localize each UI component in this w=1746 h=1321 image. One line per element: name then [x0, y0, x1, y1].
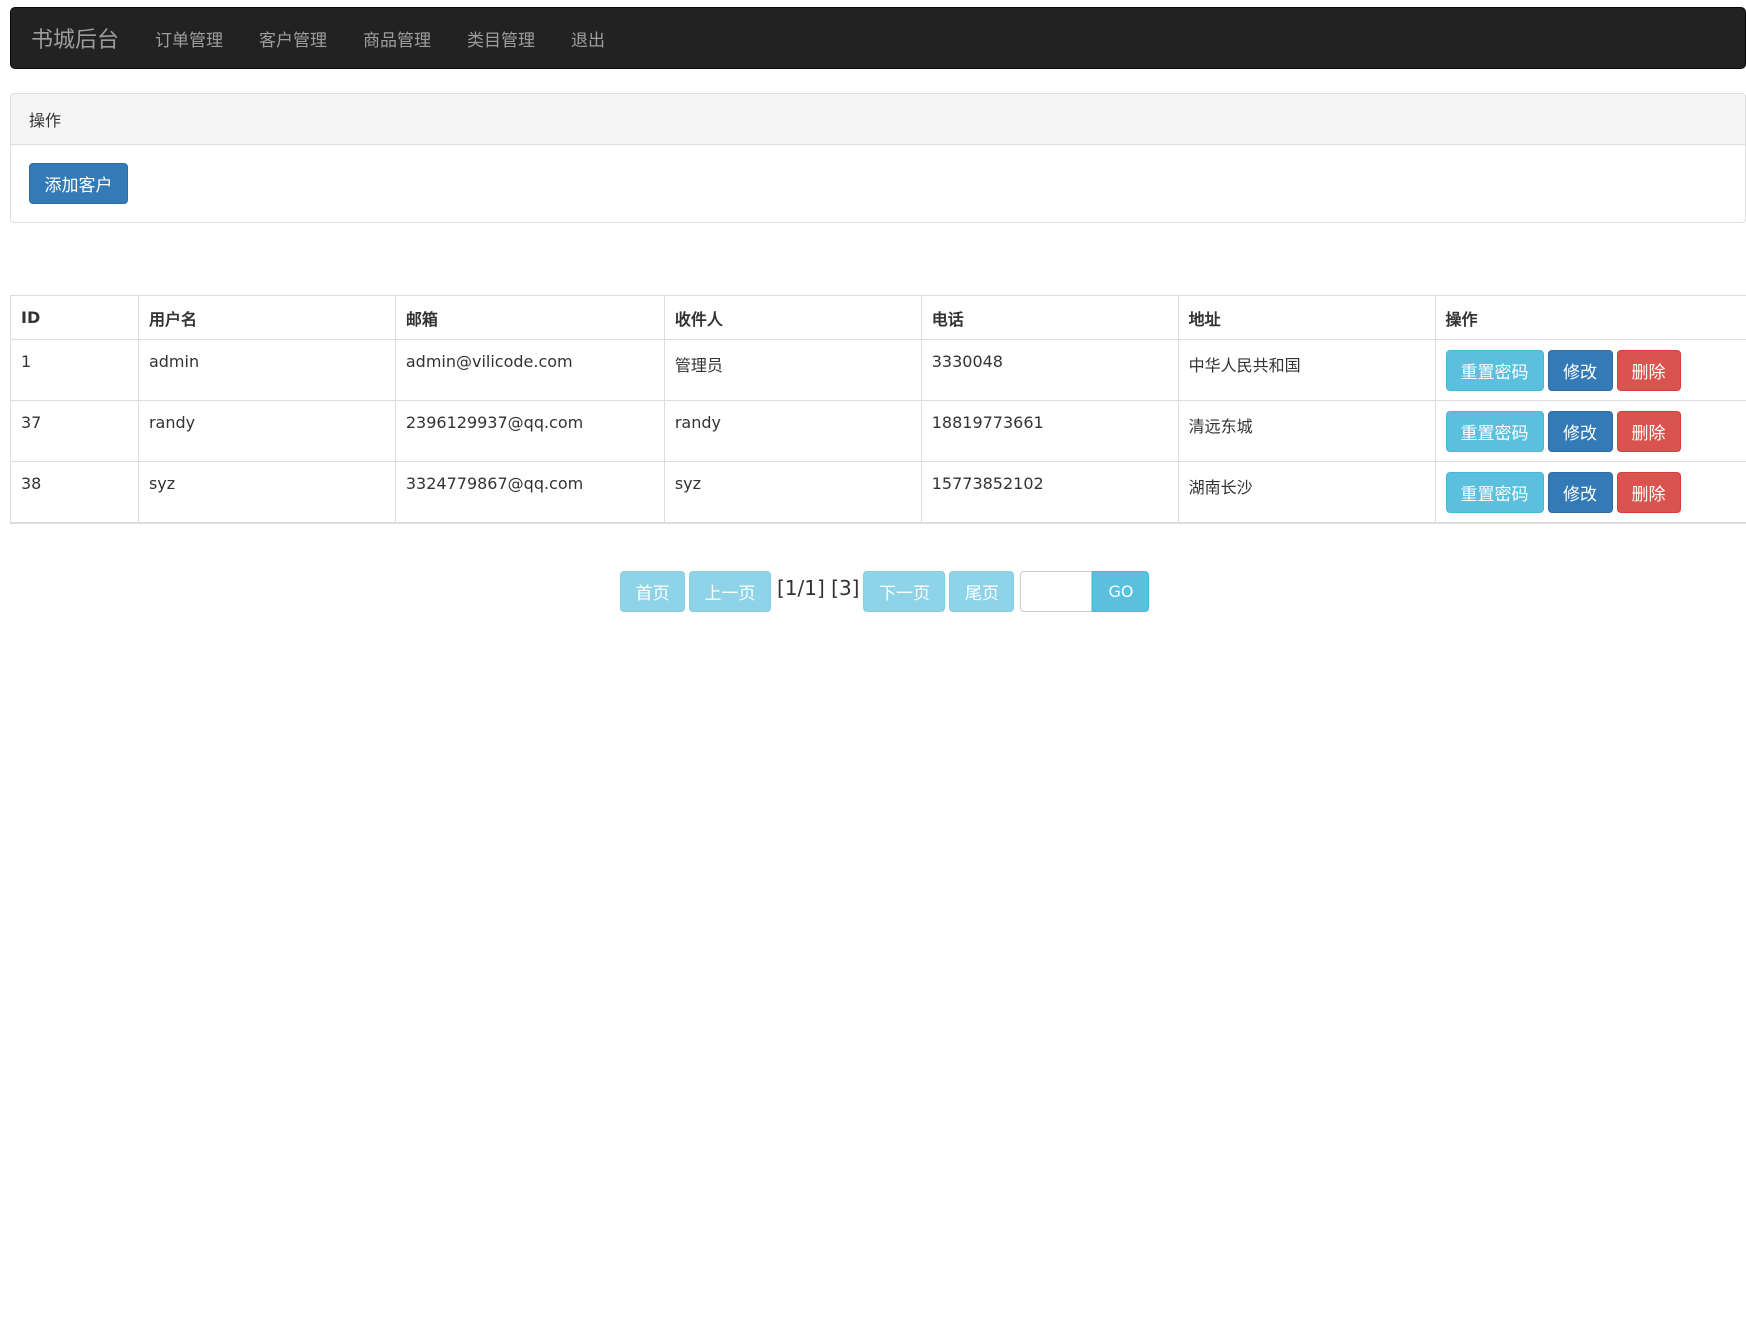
panel-heading: 操作 [11, 94, 1745, 145]
customer-table: ID 用户名 邮箱 收件人 电话 地址 操作 1 admin admin@vil… [10, 295, 1746, 524]
cell-phone: 3330048 [920, 339, 1179, 401]
brand-title[interactable]: 书城后台 [31, 22, 119, 54]
add-customer-button[interactable]: 添加客户 [29, 163, 128, 204]
page-info: [1/1] [3] [777, 575, 860, 600]
table-row: 38 syz 3324779867@qq.com syz 15773852102… [10, 461, 1746, 524]
header-email: 邮箱 [394, 295, 665, 340]
nav-item-products[interactable]: 商品管理 [345, 26, 449, 51]
cell-id: 1 [10, 339, 139, 401]
prev-page-button[interactable]: 上一页 [689, 571, 771, 612]
header-username: 用户名 [137, 295, 396, 340]
cell-email: admin@vilicode.com [394, 339, 665, 401]
cell-actions: 重置密码 修改 删除 [1434, 461, 1746, 524]
pagination: 首页 上一页 [1/1] [3] 下一页 尾页 GO [620, 571, 1150, 612]
header-id: ID [10, 295, 139, 340]
go-button[interactable]: GO [1092, 571, 1150, 612]
reset-password-button[interactable]: 重置密码 [1445, 472, 1544, 513]
cell-username: randy [137, 400, 396, 462]
cell-actions: 重置密码 修改 删除 [1434, 339, 1746, 401]
operations-panel: 操作 添加客户 [10, 93, 1746, 223]
edit-button[interactable]: 修改 [1547, 350, 1613, 391]
delete-button[interactable]: 删除 [1616, 411, 1681, 452]
next-page-button[interactable]: 下一页 [863, 571, 946, 612]
reset-password-button[interactable]: 重置密码 [1445, 350, 1544, 391]
top-navbar: 书城后台 订单管理 客户管理 商品管理 类目管理 退出 [10, 7, 1746, 69]
table-row: 1 admin admin@vilicode.com 管理员 3330048 中… [10, 339, 1746, 401]
cell-address: 清远东城 [1177, 400, 1436, 462]
nav-item-customers[interactable]: 客户管理 [241, 26, 345, 51]
cell-phone: 18819773661 [920, 400, 1179, 462]
nav-item-categories[interactable]: 类目管理 [449, 26, 553, 51]
cell-email: 3324779867@qq.com [394, 461, 665, 524]
panel-body: 添加客户 [11, 145, 1745, 222]
cell-address: 湖南长沙 [1177, 461, 1436, 524]
cell-email: 2396129937@qq.com [394, 400, 665, 462]
delete-button[interactable]: 删除 [1616, 472, 1681, 513]
header-phone: 电话 [920, 295, 1179, 340]
cell-username: admin [137, 339, 396, 401]
header-actions: 操作 [1434, 295, 1746, 340]
cell-actions: 重置密码 修改 删除 [1434, 400, 1746, 462]
first-page-button[interactable]: 首页 [620, 571, 685, 612]
cell-recipient: randy [663, 400, 922, 462]
table-row: 37 randy 2396129937@qq.com randy 1881977… [10, 400, 1746, 462]
header-recipient: 收件人 [663, 295, 922, 340]
reset-password-button[interactable]: 重置密码 [1445, 411, 1544, 452]
edit-button[interactable]: 修改 [1547, 472, 1613, 513]
cell-id: 38 [10, 461, 139, 524]
nav-item-logout[interactable]: 退出 [553, 26, 623, 51]
cell-username: syz [137, 461, 396, 524]
last-page-button[interactable]: 尾页 [949, 571, 1015, 612]
cell-recipient: syz [663, 461, 922, 524]
nav-item-orders[interactable]: 订单管理 [137, 26, 241, 51]
cell-phone: 15773852102 [920, 461, 1179, 524]
table-header-row: ID 用户名 邮箱 收件人 电话 地址 操作 [10, 295, 1746, 340]
cell-recipient: 管理员 [663, 339, 922, 401]
cell-address: 中华人民共和国 [1177, 339, 1436, 401]
page-number-input[interactable] [1020, 571, 1093, 612]
delete-button[interactable]: 删除 [1616, 350, 1681, 391]
edit-button[interactable]: 修改 [1547, 411, 1613, 452]
cell-id: 37 [10, 400, 139, 462]
header-address: 地址 [1177, 295, 1436, 340]
